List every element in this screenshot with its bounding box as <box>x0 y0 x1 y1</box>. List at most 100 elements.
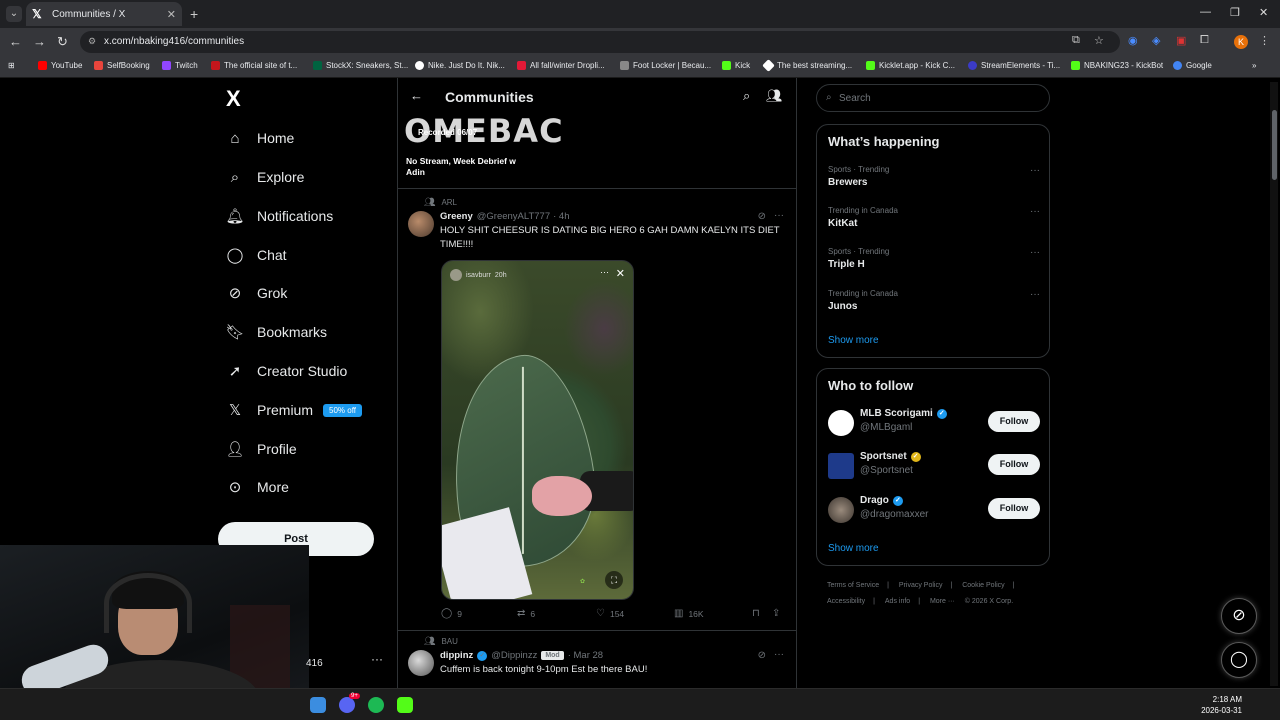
discord-icon[interactable] <box>339 697 355 713</box>
avatar[interactable] <box>828 497 854 523</box>
follow-button[interactable]: Follow <box>988 454 1040 475</box>
bookmarks-overflow-icon[interactable]: » <box>1252 61 1256 70</box>
footer-link[interactable]: More ··· <box>930 598 955 605</box>
extensions-puzzle-icon[interactable]: ⧠ <box>1200 34 1209 47</box>
more-options-icon[interactable]: ··· <box>774 649 784 660</box>
reply-button[interactable]: ◯ 9 <box>441 608 462 619</box>
back-icon[interactable]: ← <box>9 34 22 49</box>
nav-creator-studio[interactable]: ➚ Creator Studio <box>226 362 348 380</box>
system-clock[interactable]: 2:18 AM 2026-03-31 <box>1201 694 1242 716</box>
nav-bookmarks[interactable]: 🔖︎ Bookmarks <box>225 323 327 341</box>
address-bar[interactable]: ⚙ x.com/nbaking416/communities <box>80 31 1120 53</box>
more-options-icon[interactable]: ··· <box>1030 165 1040 176</box>
kick-app-icon[interactable] <box>397 697 413 713</box>
footer-link[interactable]: Accessibility <box>827 598 865 605</box>
search-icon[interactable]: ⌕ <box>743 88 750 104</box>
install-app-icon[interactable]: ⧉ <box>1072 34 1080 47</box>
bookmark-item[interactable]: Kick <box>722 61 750 70</box>
avatar[interactable] <box>408 650 434 676</box>
show-more-link[interactable]: Show more <box>828 335 879 346</box>
video-settings-icon[interactable]: ⛶ <box>605 571 623 589</box>
bookmark-item[interactable]: StreamElements - Ti... <box>968 61 1060 70</box>
footer-link[interactable]: Terms of Service <box>827 582 879 589</box>
search-input[interactable]: ⌕ Search <box>816 84 1050 112</box>
bookmark-star-icon[interactable]: ☆ <box>1094 34 1104 47</box>
window-close-icon[interactable]: ✕ <box>1259 6 1268 19</box>
minimize-icon[interactable]: — <box>1200 6 1211 18</box>
like-button[interactable]: ♡ 154 <box>596 608 624 619</box>
bookmark-item[interactable]: YouTube <box>38 61 82 70</box>
follow-button[interactable]: Follow <box>988 411 1040 432</box>
author-name[interactable]: dippinz <box>440 650 473 661</box>
chat-fab-icon[interactable]: ◯ <box>1221 642 1257 678</box>
bookmark-item[interactable]: Kicklet.app - Kick C... <box>866 61 955 70</box>
profile-avatar[interactable]: K <box>1234 35 1248 49</box>
nav-notifications[interactable]: 🔔︎ Notifications <box>225 207 333 225</box>
share-button[interactable]: ⇪ <box>772 608 785 619</box>
more-options-icon[interactable]: ··· <box>1030 247 1040 258</box>
bookmark-item[interactable]: Google <box>1173 61 1212 70</box>
apps-grid-icon[interactable]: ⊞ <box>8 61 15 70</box>
tab-close-icon[interactable]: ✕ <box>167 8 176 21</box>
bookmark-item[interactable]: Foot Locker | Becau... <box>620 61 711 70</box>
views-button[interactable]: ▥ 16K <box>674 608 704 619</box>
footer-link[interactable]: Ads info <box>885 598 910 605</box>
account-handle-fragment[interactable]: 416 <box>306 658 323 669</box>
more-options-icon[interactable]: ··· <box>774 210 784 221</box>
browser-tab-active[interactable]: 𝕏 Communities / X ✕ <box>26 2 182 26</box>
bookmark-item[interactable]: StockX: Sneakers, St... <box>313 61 408 70</box>
footer-link[interactable]: Privacy Policy <box>899 582 943 589</box>
trend-item[interactable]: Trending in Canada KitKat ··· <box>828 206 1040 229</box>
avatar[interactable] <box>828 410 854 436</box>
footer-link[interactable]: Cookie Policy <box>962 582 1004 589</box>
nav-premium[interactable]: 𝕏 Premium 50% off <box>226 401 362 419</box>
extension-icon[interactable]: ▣ <box>1176 34 1186 47</box>
post-video[interactable]: isavburr 20h ··· ✕ ✿ ⛶ <box>441 260 634 600</box>
avatar[interactable] <box>828 453 854 479</box>
follow-button[interactable]: Follow <box>988 498 1040 519</box>
nav-more[interactable]: ⊙ More <box>226 478 289 496</box>
author-handle[interactable]: @Dippinzz <box>491 650 537 661</box>
scrollbar-thumb[interactable] <box>1272 110 1277 180</box>
more-options-icon[interactable]: ··· <box>1030 206 1040 217</box>
community-tag[interactable]: 👥︎ BAU <box>424 636 458 647</box>
avatar[interactable] <box>408 211 434 237</box>
bookmark-item[interactable]: All fall/winter Dropli... <box>517 61 605 70</box>
trend-item[interactable]: Trending in Canada Junos ··· <box>828 289 1040 312</box>
bookmark-button[interactable]: ⊓ <box>752 608 765 619</box>
grok-explain-icon[interactable]: ⊘ <box>758 211 766 222</box>
follow-suggestion[interactable]: Sportsnet ✓ @Sportsnet Follow <box>828 451 1040 481</box>
bookmark-item[interactable]: Nike. Just Do It. Nik... <box>415 61 505 70</box>
author-name[interactable]: Greeny <box>440 211 473 222</box>
forward-icon[interactable]: → <box>33 34 46 49</box>
restore-icon[interactable]: ❐ <box>1230 6 1240 19</box>
post-time[interactable]: · 4h <box>553 211 569 222</box>
extension-icon[interactable]: ◈ <box>1152 34 1160 47</box>
bookmark-item[interactable]: Twitch <box>162 61 198 70</box>
bookmark-item[interactable]: The official site of t... <box>211 61 297 70</box>
show-more-link[interactable]: Show more <box>828 543 879 554</box>
bookmark-item[interactable]: The best streaming... <box>762 59 852 72</box>
post-time[interactable]: · Mar 28 <box>568 650 603 661</box>
nav-grok[interactable]: ⊘ Grok <box>226 284 288 302</box>
file-explorer-icon[interactable] <box>310 697 326 713</box>
browser-menu-icon[interactable]: ⋮ <box>1259 34 1270 47</box>
grok-fab-icon[interactable]: ⊘ <box>1221 598 1257 634</box>
account-more-icon[interactable]: ··· <box>371 652 383 666</box>
back-arrow-icon[interactable]: ← <box>410 88 423 103</box>
nav-profile[interactable]: 👤︎ Profile <box>225 440 296 458</box>
follow-suggestion[interactable]: Drago ✓ @dragomaxxer Follow <box>828 495 1040 525</box>
new-tab-icon[interactable]: + <box>190 6 198 22</box>
spotify-icon[interactable] <box>368 697 384 713</box>
reload-icon[interactable]: ↻ <box>57 34 68 50</box>
nav-chat[interactable]: ◯ Chat <box>226 246 287 264</box>
grok-explain-icon[interactable]: ⊘ <box>758 650 766 661</box>
communities-people-icon[interactable]: 👥︎ <box>766 88 783 104</box>
more-options-icon[interactable]: ··· <box>1030 289 1040 300</box>
nav-explore[interactable]: ⌕ Explore <box>226 168 305 186</box>
repost-button[interactable]: ⇄ 6 <box>517 608 535 619</box>
nav-home[interactable]: ⌂ Home <box>226 129 294 147</box>
extension-icon[interactable]: ◉ <box>1128 34 1138 47</box>
trend-item[interactable]: Sports · Trending Triple H ··· <box>828 247 1040 270</box>
bookmark-item[interactable]: NBAKING23 - KickBot <box>1071 61 1163 70</box>
